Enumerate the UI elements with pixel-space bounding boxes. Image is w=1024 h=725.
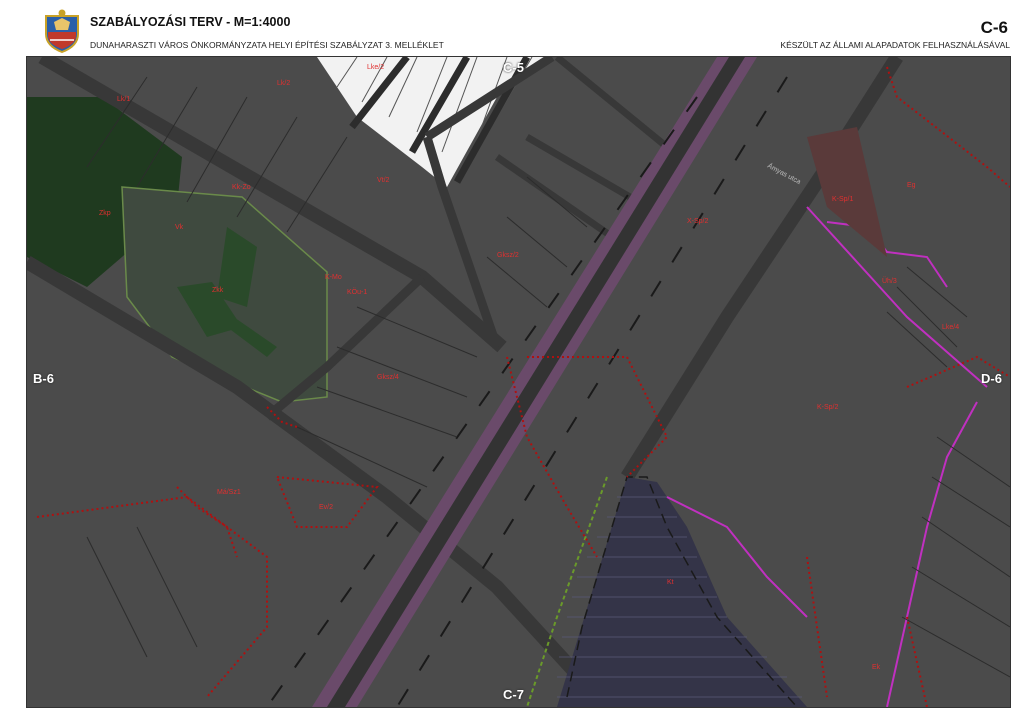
zone-label: Lke/2 bbox=[367, 64, 384, 71]
zone-label: X-Sp/2 bbox=[687, 218, 709, 225]
zone-label: K-Sp/1 bbox=[832, 196, 854, 203]
zone-label: Üh/3 bbox=[882, 277, 897, 285]
zone-label: Ek bbox=[872, 664, 881, 671]
zone-label: Kk-Zo bbox=[232, 184, 251, 191]
map-sheet-header: SZABÁLYOZÁSI TERV - M=1:4000 DUNAHARASZT… bbox=[0, 0, 1024, 56]
zone-label: Vt/2 bbox=[377, 177, 390, 184]
basemap-note: KÉSZÜLT AZ ÁLLAMI ALAPADATOK FELHASZNÁLÁ… bbox=[780, 40, 1010, 50]
neighbour-sheet-west[interactable]: B-6 bbox=[33, 371, 54, 386]
plan-title: SZABÁLYOZÁSI TERV - M=1:4000 bbox=[90, 15, 291, 29]
zone-label: KÖu-1 bbox=[347, 288, 367, 296]
neighbour-sheet-east[interactable]: D-6 bbox=[981, 371, 1002, 386]
zone-label: Zkp bbox=[99, 210, 111, 217]
zone-label: Má/Sz1 bbox=[217, 489, 241, 496]
zone-label: Ev/2 bbox=[319, 504, 333, 511]
zone-label: Lk/1 bbox=[117, 96, 130, 103]
sheet-id: C-6 bbox=[980, 18, 1008, 37]
zone-label: Lke/4 bbox=[942, 324, 959, 331]
neighbour-sheet-south[interactable]: C-7 bbox=[503, 687, 524, 702]
zone-label: Eg bbox=[907, 182, 916, 189]
zone-label: K-Sp/2 bbox=[817, 404, 839, 411]
zoning-map[interactable]: Lke/2 Lk/1 Lk/2 Vt/2 Zkp Vk Kk-Zo K-Mo KÖu-1 Gksz… bbox=[26, 56, 1011, 708]
zone-label: Gksz/2 bbox=[497, 252, 519, 259]
zone-label: Kt bbox=[667, 579, 674, 586]
zone-label: Gksz/4 bbox=[377, 374, 399, 381]
neighbour-sheet-north[interactable]: C-5 bbox=[503, 60, 524, 75]
coat-of-arms-icon bbox=[45, 9, 79, 54]
zone-label: Lk/2 bbox=[277, 80, 290, 87]
plan-subtitle: DUNAHARASZTI VÁROS ÖNKORMÁNYZATA HELYI É… bbox=[90, 40, 444, 50]
zone-label: Zkk bbox=[212, 287, 224, 294]
zoning-map-canvas: Lke/2 Lk/1 Lk/2 Vt/2 Zkp Vk Kk-Zo K-Mo KÖu-1 Gksz… bbox=[27, 57, 1010, 707]
zone-label: Vk bbox=[175, 224, 184, 231]
zone-label: K-Mo bbox=[325, 274, 342, 281]
